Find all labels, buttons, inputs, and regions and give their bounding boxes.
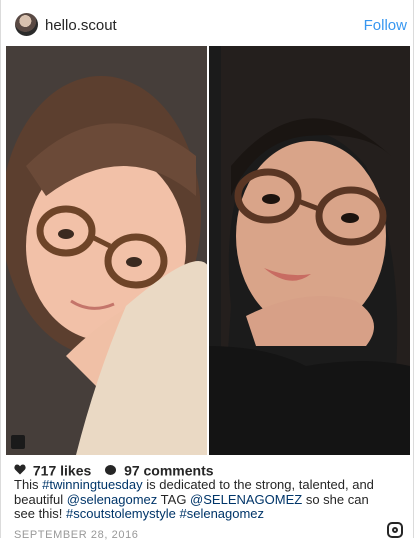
hashtag-link[interactable]: #selenagomez	[179, 506, 264, 521]
mention-link[interactable]: @selenagomez	[67, 492, 158, 507]
photo-illustration	[6, 46, 410, 455]
username[interactable]: hello.scout	[45, 17, 117, 34]
hashtag-link[interactable]: #scoutstolemystyle	[66, 506, 176, 521]
comment-icon[interactable]	[105, 465, 117, 476]
instagram-icon[interactable]	[387, 522, 403, 538]
user-tag-icon[interactable]	[11, 435, 25, 449]
hashtag-link[interactable]: #twinningtuesday	[42, 477, 142, 492]
likes-count[interactable]: 717 likes	[33, 462, 91, 478]
comments-count[interactable]: 97 comments	[124, 462, 213, 478]
heart-icon[interactable]	[14, 462, 26, 478]
engagement-stats: 717 likes 97 comments	[14, 461, 214, 478]
avatar-icon[interactable]	[15, 13, 38, 36]
mention-link[interactable]: @SELENAGOMEZ	[190, 492, 302, 507]
post-header: hello.scout Follow	[1, 0, 413, 46]
follow-button[interactable]: Follow	[364, 17, 407, 34]
post-photo[interactable]	[6, 46, 410, 455]
instagram-post: hello.scout Follow 717 likes 97 comments…	[0, 0, 414, 541]
post-date: SEPTEMBER 28, 2016	[14, 529, 139, 541]
post-caption: This #twinningtuesday is dedicated to th…	[14, 477, 384, 522]
caption-text: This	[14, 477, 43, 492]
caption-text: TAG	[157, 491, 191, 507]
